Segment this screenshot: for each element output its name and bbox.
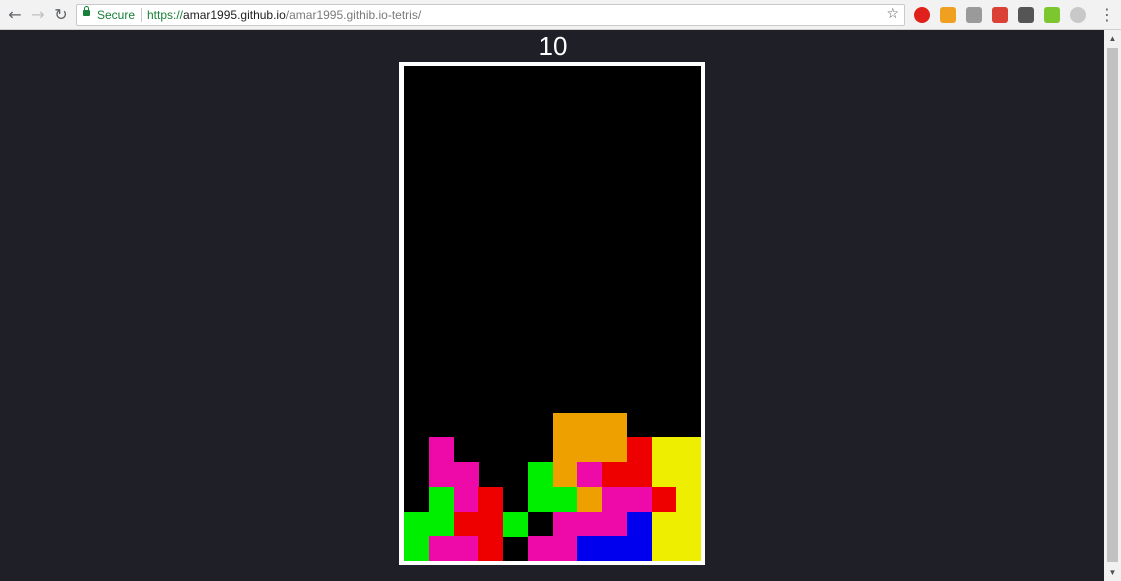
tetromino-cell — [478, 486, 504, 512]
tetromino-cell — [428, 511, 454, 537]
tetromino-cell — [404, 511, 429, 537]
grey-circle-icon[interactable] — [1070, 7, 1086, 23]
browser-toolbar: ← → ↻ Secure https://amar1995.github.io/… — [0, 0, 1121, 30]
kebab-menu-icon[interactable]: ⋮ — [1099, 5, 1115, 25]
tetromino-cell — [676, 462, 702, 487]
tetromino-cell — [651, 511, 677, 537]
tetromino-cell — [453, 462, 479, 487]
address-separator — [141, 8, 142, 22]
tetromino-cell — [577, 412, 603, 438]
tetromino-cell — [626, 437, 652, 463]
tetromino-cell — [503, 511, 528, 537]
tetromino-cell — [676, 511, 702, 537]
tetromino-cell — [428, 536, 454, 562]
tetromino-cell — [527, 462, 553, 487]
vertical-scrollbar[interactable]: ▲ ▼ — [1104, 30, 1121, 581]
tetris-board[interactable] — [404, 66, 702, 562]
tetromino-cell — [552, 412, 578, 438]
tetromino-cell — [651, 536, 677, 562]
tetromino-cell — [428, 462, 454, 487]
tetromino-cell — [453, 536, 479, 562]
tetromino-cell — [602, 412, 627, 438]
tetromino-cell — [428, 486, 454, 512]
carrot-icon[interactable] — [940, 7, 956, 23]
tetromino-cell — [404, 536, 429, 562]
url-scheme: https:// — [147, 8, 184, 22]
secure-label: Secure — [97, 8, 136, 22]
tetromino-cell — [602, 511, 627, 537]
tetromino-cell — [602, 462, 627, 487]
cloud-icon[interactable] — [966, 7, 982, 23]
tetromino-cell — [651, 486, 677, 512]
tetromino-cell — [602, 536, 627, 562]
tetromino-cell — [676, 486, 702, 512]
tetromino-cell — [626, 486, 652, 512]
tetromino-cell — [676, 437, 702, 463]
tetromino-cell — [453, 486, 479, 512]
url-path: /amar1995.githib.io-tetris/ — [285, 8, 422, 22]
tetromino-cell — [552, 462, 578, 487]
tetromino-cell — [577, 437, 603, 463]
tetromino-cell — [527, 536, 553, 562]
score-display: 10 — [538, 31, 568, 61]
url-text[interactable]: https://amar1995.github.io/amar1995.gith… — [147, 8, 421, 22]
back-icon[interactable]: ← — [5, 5, 25, 25]
tetromino-cell — [552, 486, 578, 512]
address-bar[interactable]: Secure https://amar1995.github.io/amar19… — [76, 4, 905, 26]
tetromino-cell — [552, 437, 578, 463]
tetromino-cell — [626, 511, 652, 537]
tetromino-cell — [676, 536, 702, 562]
tetromino-cell — [527, 486, 553, 512]
tetromino-cell — [577, 462, 603, 487]
tetromino-cell — [626, 536, 652, 562]
reload-icon[interactable]: ↻ — [51, 5, 71, 25]
scroll-down-icon[interactable]: ▼ — [1104, 564, 1121, 581]
tetromino-cell — [552, 536, 578, 562]
tetromino-cell — [577, 536, 603, 562]
tetromino-cell — [602, 437, 627, 463]
url-host: amar1995.github.io — [183, 8, 286, 22]
lock-icon — [83, 6, 90, 16]
tetromino-cell — [478, 536, 504, 562]
tetromino-cell — [552, 511, 578, 537]
scrollbar-thumb[interactable] — [1107, 48, 1118, 562]
tetromino-cell — [453, 511, 479, 537]
tetromino-cell — [651, 462, 677, 487]
scroll-up-icon[interactable]: ▲ — [1104, 30, 1121, 47]
tetromino-cell — [651, 437, 677, 463]
todoist-icon[interactable] — [992, 7, 1008, 23]
tetromino-cell — [626, 462, 652, 487]
tetromino-cell — [577, 486, 603, 512]
tetromino-cell — [428, 437, 454, 463]
opera-icon[interactable] — [914, 7, 930, 23]
star-icon[interactable]: ☆ — [886, 6, 899, 22]
tetromino-cell — [577, 511, 603, 537]
tetromino-cell — [478, 511, 504, 537]
forward-icon[interactable]: → — [28, 5, 48, 25]
tetromino-cell — [602, 486, 627, 512]
eyedropper-icon[interactable] — [1018, 7, 1034, 23]
green-hex-icon[interactable] — [1044, 7, 1060, 23]
